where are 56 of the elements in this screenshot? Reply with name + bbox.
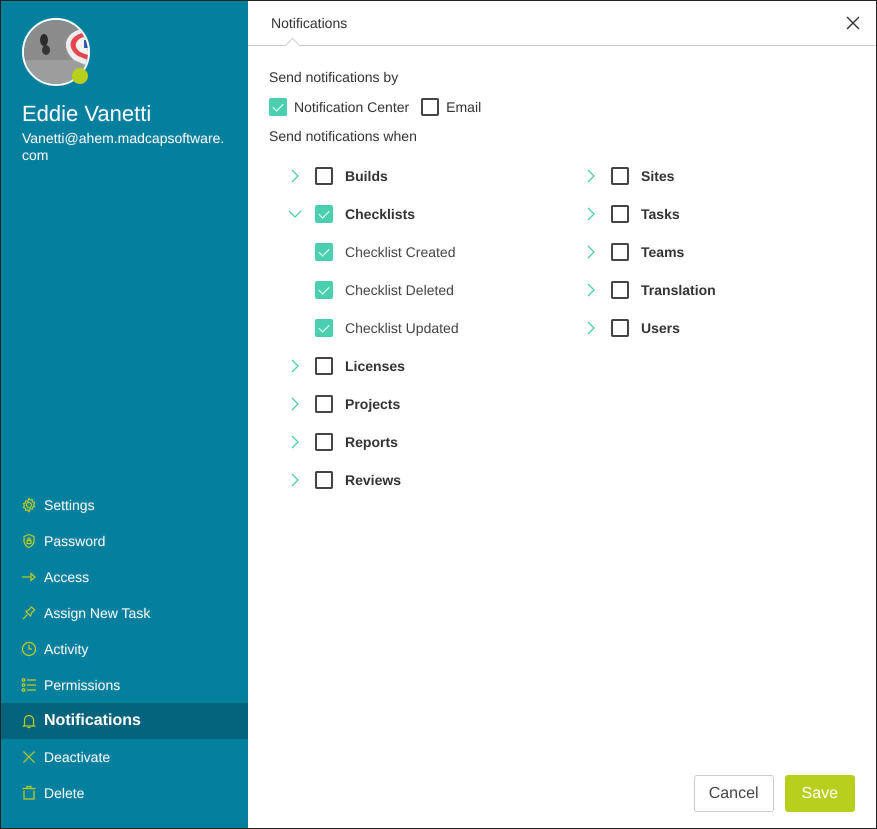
- checkbox[interactable]: [315, 471, 333, 489]
- bell-icon: [21, 713, 37, 729]
- checkbox[interactable]: [315, 205, 333, 223]
- section-label: Send notifications by: [269, 68, 398, 86]
- pin-icon: [21, 605, 37, 621]
- tab[interactable]: Notifications: [271, 1, 348, 45]
- sidebar-item[interactable]: Access: [1, 559, 248, 595]
- list-icon: [21, 677, 37, 693]
- close-icon[interactable]: [846, 16, 860, 30]
- checkbox-label: Users: [641, 320, 680, 336]
- user-name: Eddie Vanetti: [22, 101, 152, 127]
- checkbox[interactable]: [611, 167, 629, 185]
- checkbox-label: Projects: [345, 396, 400, 412]
- shield-lock-icon: [21, 533, 37, 549]
- checkbox[interactable]: [315, 357, 333, 375]
- checkbox-label: Notification Center: [294, 99, 410, 115]
- checkbox-label: Licenses: [345, 358, 405, 374]
- gear-icon: [21, 497, 37, 513]
- checkbox-label: Checklists: [345, 206, 416, 222]
- checkbox-label: Reviews: [345, 472, 402, 488]
- close-icon: [21, 749, 37, 765]
- sidebar-item[interactable]: Permissions: [1, 667, 248, 703]
- section-label: Send notifications when: [269, 127, 417, 145]
- sidebar-item[interactable]: Activity: [1, 631, 248, 667]
- sidebar-item[interactable]: Password: [1, 523, 248, 559]
- checkbox-label: Translation: [641, 282, 716, 298]
- checkbox-label: Checklist Updated: [345, 320, 459, 336]
- checkbox-label: Teams: [641, 244, 684, 260]
- sidebar-item[interactable]: Deactivate: [1, 739, 248, 775]
- checkbox[interactable]: [315, 395, 333, 413]
- sidebar-item[interactable]: Notifications: [1, 703, 248, 739]
- checkbox[interactable]: [315, 167, 333, 185]
- sidebar-item[interactable]: Delete: [1, 775, 248, 811]
- cancel-button[interactable]: Cancel: [694, 775, 774, 812]
- checkbox[interactable]: [611, 281, 629, 299]
- clock-icon: [21, 641, 37, 657]
- checkbox[interactable]: [315, 319, 333, 337]
- checkbox-label: Sites: [641, 168, 674, 184]
- checkbox-label: Builds: [345, 168, 388, 184]
- checkbox[interactable]: [315, 281, 333, 299]
- checkbox[interactable]: [611, 243, 629, 261]
- checkbox-label: Checklist Deleted: [345, 282, 454, 298]
- trash-icon: [21, 785, 37, 801]
- checkbox-label: Checklist Created: [345, 244, 456, 260]
- user-email: Vanetti@ahem.madcapsoftware.com: [22, 130, 226, 164]
- checkbox-label: Tasks: [641, 206, 680, 222]
- checkbox[interactable]: [421, 98, 440, 116]
- checkbox[interactable]: [315, 243, 333, 261]
- sidebar-item[interactable]: Assign New Task: [1, 595, 248, 631]
- checkbox[interactable]: [611, 319, 629, 337]
- checkbox[interactable]: [269, 98, 287, 116]
- checkbox[interactable]: [315, 433, 333, 451]
- checkbox-label: Reports: [345, 434, 398, 450]
- checkbox-label: Email: [446, 99, 482, 115]
- checkbox[interactable]: [611, 205, 629, 223]
- sidebar-item[interactable]: Settings: [1, 487, 248, 523]
